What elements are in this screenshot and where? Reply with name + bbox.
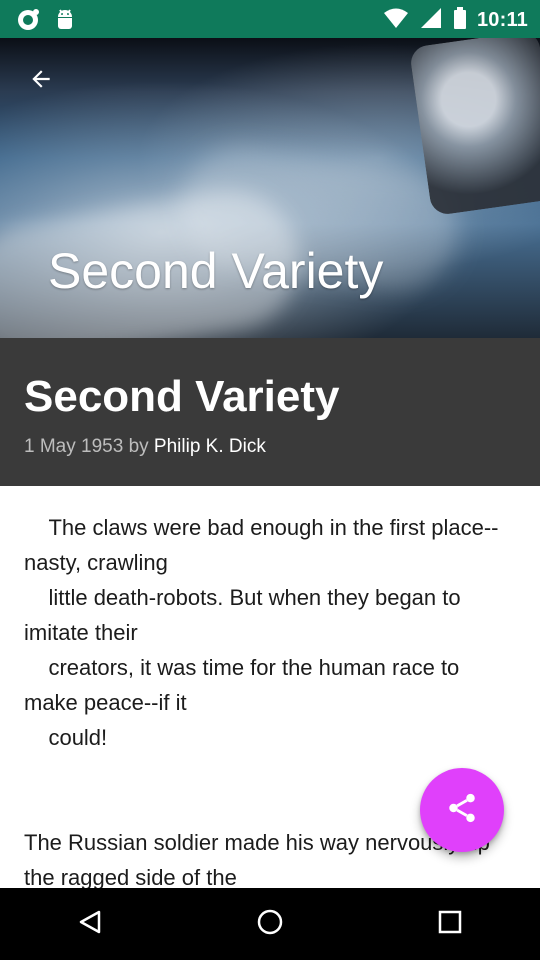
battery-icon (453, 6, 467, 35)
back-button[interactable] (26, 66, 56, 96)
hero-title: Second Variety (48, 243, 384, 299)
home-icon (256, 908, 284, 941)
nav-home-button[interactable] (238, 892, 302, 956)
status-bar: 10:11 (0, 0, 540, 38)
nav-back-button[interactable] (58, 892, 122, 956)
system-nav-bar (0, 888, 540, 960)
back-icon (77, 909, 103, 940)
article-meta: 1 May 1953 by Philip K. Dick (24, 436, 266, 458)
arrow-left-icon (28, 66, 54, 97)
recents-icon (437, 909, 463, 940)
hero-banner: Second Variety (0, 38, 540, 338)
sync-icon (16, 8, 40, 37)
android-debug-icon (54, 8, 76, 37)
nav-recents-button[interactable] (418, 892, 482, 956)
article-author[interactable]: Philip K. Dick (154, 436, 266, 457)
share-button[interactable] (420, 768, 504, 852)
share-icon (445, 791, 479, 830)
article-title: Second Variety (24, 372, 340, 421)
article-header: Second Variety 1 May 1953 by Philip K. D… (0, 338, 540, 486)
wifi-icon (383, 6, 409, 35)
signal-icon (419, 6, 443, 35)
spacecraft-image (408, 38, 540, 217)
article-date: 1 May 1953 by (24, 436, 149, 457)
status-time: 10:11 (476, 9, 528, 31)
